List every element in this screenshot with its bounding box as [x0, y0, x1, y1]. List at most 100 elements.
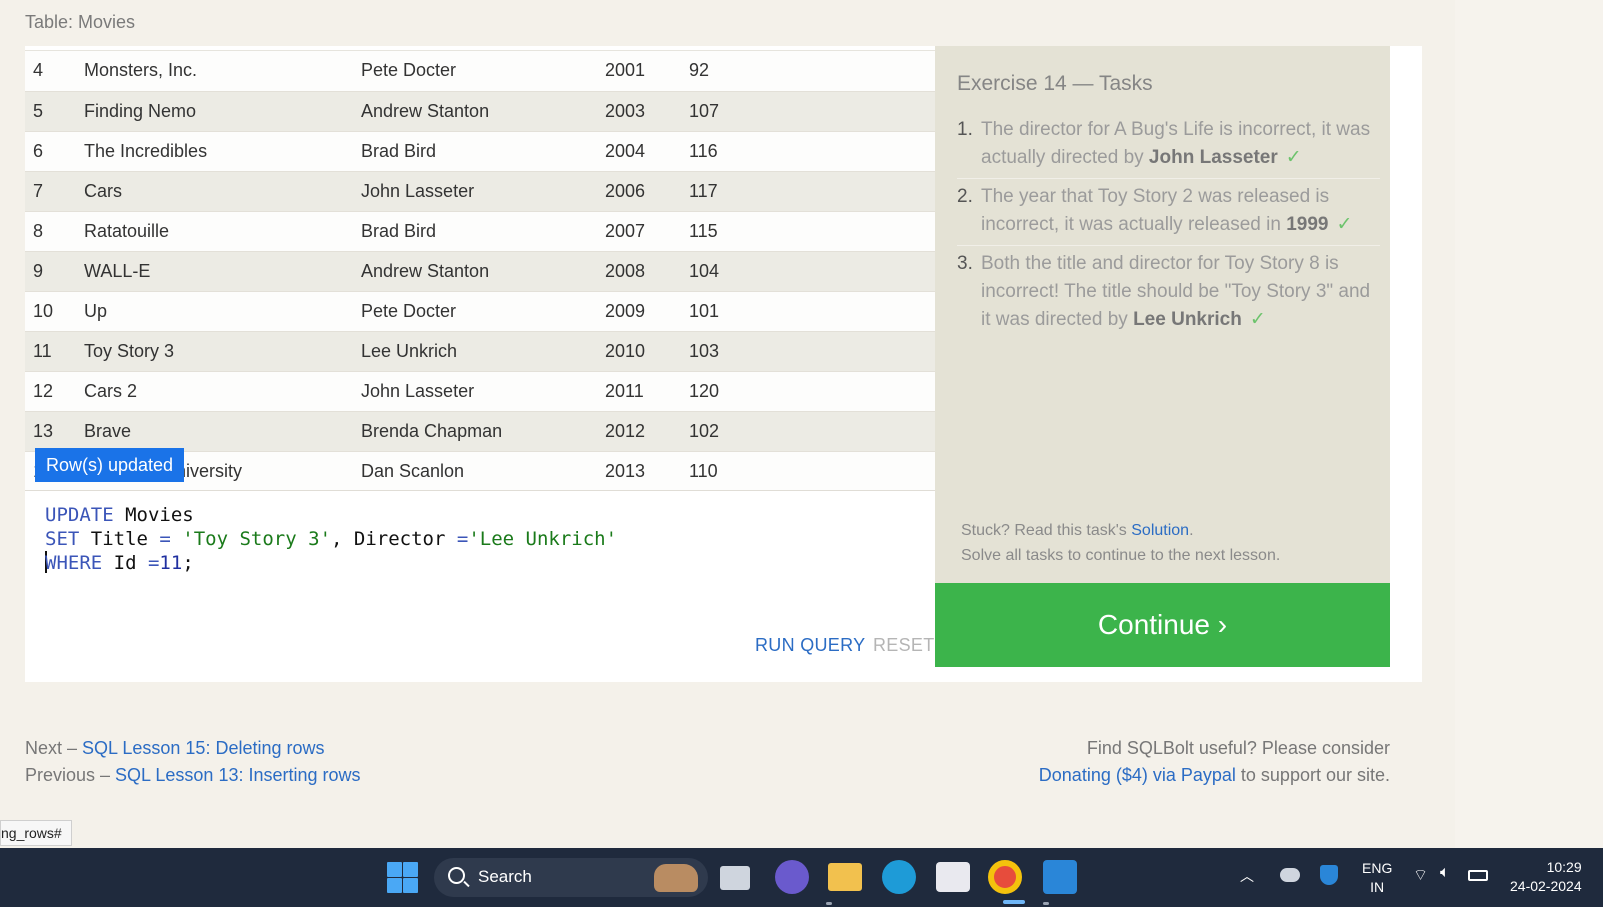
cell-director: John Lasseter: [361, 380, 475, 401]
cell-title: Ratatouille: [84, 220, 170, 241]
results-table: 4 Monsters, Inc. Pete Docter 2001 92 5 Finding…: [25, 51, 935, 490]
cell-year: 2012: [605, 420, 646, 441]
rows-updated-toast: Row(s) updated: [35, 448, 185, 482]
donate-note: Find SQLBolt useful? Please consider Don…: [1038, 738, 1390, 785]
table-row: 12 Cars 2 John Lasseter 2011 120: [25, 371, 935, 411]
onedrive-icon[interactable]: [1280, 868, 1300, 882]
check-icon: ✓: [1336, 214, 1353, 235]
cell-title: Cars 2: [84, 380, 138, 401]
search-icon: [448, 867, 465, 884]
table-row: 9 WALL-E Andrew Stanton 2008 104: [25, 251, 935, 291]
system-clock[interactable]: 10:29 24-02-2024: [1510, 858, 1582, 896]
cell-id: 13: [33, 420, 54, 441]
cell-id: 9: [33, 260, 44, 281]
cell-director: Dan Scanlon: [361, 460, 465, 481]
table-row: 10 Up Pete Docter 2009 101: [25, 291, 935, 331]
cell-year: 2004: [605, 140, 646, 161]
wifi-icon[interactable]: ⌔: [1413, 865, 1428, 885]
microsoft-store-icon[interactable]: [936, 862, 970, 892]
cell-director: Andrew Stanton: [361, 260, 490, 281]
cell-year: 2006: [605, 180, 646, 201]
continue-button[interactable]: Continue ›: [935, 583, 1390, 667]
tray-chevron-up-icon[interactable]: ︿: [1240, 866, 1254, 886]
cell-id: 10: [33, 300, 54, 321]
tasks-title: Exercise 14 — Tasks: [957, 72, 1153, 95]
table-row: 6 The Incredibles Brad Bird 2004 116: [25, 131, 935, 171]
run-query-button[interactable]: RUN QUERY: [755, 635, 865, 656]
task-item: 2. The year that Toy Story 2 was release…: [957, 179, 1380, 246]
check-icon: ✓: [1249, 309, 1266, 330]
cell-director: Andrew Stanton: [361, 100, 490, 121]
exercise-card: 4 Monsters, Inc. Pete Docter 2001 92 5 Finding…: [25, 46, 1422, 682]
lesson-navigation: Next – SQL Lesson 15: Deleting rows Prev…: [25, 738, 361, 785]
next-lesson-link[interactable]: SQL Lesson 15: Deleting rows: [82, 738, 324, 758]
cell-id: 6: [33, 140, 44, 161]
cell-director: John Lasseter: [361, 180, 475, 201]
cell-length: 92: [689, 60, 710, 81]
table-caption: Table: Movies: [25, 12, 136, 32]
editor-line-3: WHERE Id =11;: [45, 551, 194, 574]
running-indicator: [1043, 902, 1049, 905]
task-item: 1. The director for A Bug's Life is inco…: [957, 112, 1380, 179]
cell-length: 117: [689, 180, 718, 201]
windows-start-icon[interactable]: [385, 860, 419, 894]
file-explorer-icon[interactable]: [828, 863, 862, 891]
cell-year: 2013: [605, 460, 646, 481]
task-view-icon[interactable]: [720, 866, 750, 890]
cell-id: 11: [33, 340, 52, 361]
cell-director: Brenda Chapman: [361, 420, 503, 441]
table-row: 13 Brave Brenda Chapman 2012 102: [25, 411, 935, 451]
table-row: 8 Ratatouille Brad Bird 2007 115: [25, 211, 935, 251]
cell-director: Pete Docter: [361, 60, 457, 81]
cell-length: 120: [689, 380, 720, 401]
reset-button[interactable]: RESET: [873, 635, 935, 656]
cell-title: The Incredibles: [84, 140, 208, 161]
battery-icon[interactable]: [1468, 870, 1488, 881]
stuck-hint: Stuck? Read this task's Solution. Solve …: [961, 522, 1281, 564]
cell-title: Toy Story 3: [84, 340, 175, 361]
edge-browser-icon[interactable]: [882, 860, 916, 894]
cell-director: Brad Bird: [361, 220, 437, 241]
status-bar-url: ng_rows#: [0, 820, 72, 846]
cell-id: 4: [33, 60, 44, 81]
cell-title: Monsters, Inc.: [84, 60, 198, 81]
cell-year: 2009: [605, 300, 646, 321]
tasks-panel: Exercise 14 — Tasks 1. The director for …: [935, 46, 1390, 583]
cell-length: 107: [689, 100, 720, 121]
previous-lesson-link[interactable]: SQL Lesson 13: Inserting rows: [115, 765, 360, 785]
cell-id: 7: [33, 180, 44, 201]
chrome-browser-icon[interactable]: [988, 860, 1022, 894]
cell-id: 8: [33, 220, 44, 241]
solution-link[interactable]: Solution: [1131, 522, 1189, 539]
editor-line-2: SET Title = 'Toy Story 3', Director ='Le…: [45, 528, 618, 550]
cell-id: 5: [33, 100, 44, 121]
cell-year: 2007: [605, 220, 646, 241]
cell-year: 2008: [605, 260, 646, 281]
vscode-icon[interactable]: [1043, 860, 1077, 894]
input-language[interactable]: ENG IN: [1362, 859, 1392, 897]
volume-icon[interactable]: 🔈︎: [1440, 864, 1450, 882]
cell-length: 115: [689, 220, 718, 241]
cell-title: Brave: [84, 420, 132, 441]
cell-year: 2010: [605, 340, 646, 361]
results-table-viewport: 4 Monsters, Inc. Pete Docter 2001 92 5 Finding…: [25, 50, 955, 490]
cell-year: 2003: [605, 100, 646, 121]
check-icon: ✓: [1285, 147, 1302, 168]
cell-length: 103: [689, 340, 720, 361]
cell-length: 101: [689, 300, 720, 321]
chat-icon[interactable]: [775, 860, 809, 894]
table-row: 5 Finding Nemo Andrew Stanton 2003 107: [25, 91, 935, 131]
security-shield-icon[interactable]: [1320, 865, 1338, 885]
donate-link[interactable]: Donating ($4) via Paypal: [1039, 765, 1236, 785]
windows-taskbar: Search ︿ ENG IN ⌔ 🔈︎ 10:29 24-02-2024: [0, 848, 1603, 907]
taskbar-search[interactable]: Search: [434, 858, 708, 897]
table-row: 7 Cars John Lasseter 2006 117: [25, 171, 935, 211]
cell-title: Cars: [84, 180, 123, 201]
task-list: 1. The director for A Bug's Life is inco…: [957, 112, 1380, 340]
cell-director: Pete Docter: [361, 300, 457, 321]
cell-length: 104: [689, 260, 720, 281]
search-highlight-image: [654, 864, 698, 892]
table-row: 11 Toy Story 3 Lee Unkrich 2010 103: [25, 331, 935, 371]
cell-id: 12: [33, 380, 54, 401]
running-indicator: [826, 902, 832, 905]
